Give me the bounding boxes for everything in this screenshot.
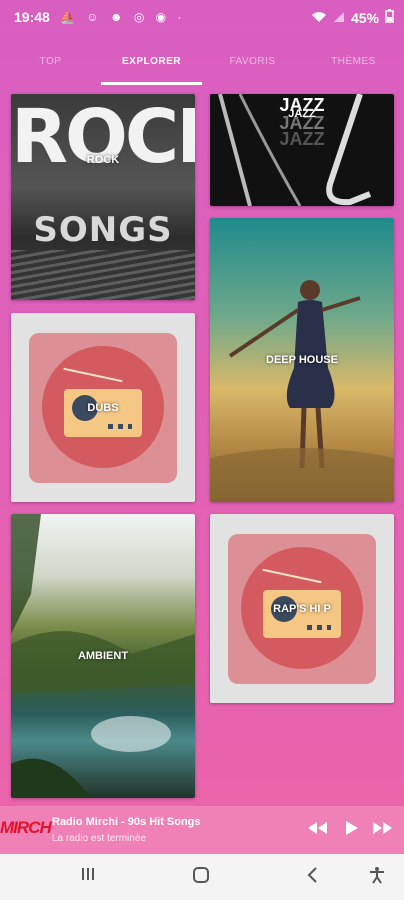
fast-forward-icon[interactable]: [372, 820, 394, 841]
genre-tile-rap[interactable]: RAP'S HI P: [210, 514, 394, 703]
wifi-icon: [311, 10, 327, 26]
recent-apps-icon[interactable]: [80, 866, 96, 887]
player-subtitle: La radio est terminée: [52, 833, 146, 844]
genre-tile-jazz[interactable]: JAZZ JAZZ JAZZ JAZZ: [210, 94, 394, 206]
battery-icon: [385, 9, 394, 26]
system-nav-bar: [0, 854, 404, 900]
station-logo: MIRCH: [0, 818, 52, 837]
home-icon[interactable]: [192, 866, 210, 889]
tab-themes[interactable]: THÈMES: [303, 36, 404, 86]
play-icon[interactable]: [343, 820, 359, 841]
genre-label-jazz: JAZZ: [288, 108, 316, 121]
tab-bar: TOP EXPLORER FAVORIS THÈMES: [0, 36, 404, 86]
jazz-art-echo-2: JAZZ: [279, 129, 325, 149]
genre-tile-rock[interactable]: ROCK SONGS ROCK: [11, 94, 195, 300]
genre-tile-deep-house[interactable]: DEEP HOUSE: [210, 218, 394, 502]
rock-art-subtitle: SONGS: [33, 210, 173, 250]
tab-explorer[interactable]: EXPLORER: [101, 36, 202, 86]
genre-tile-dubstep[interactable]: DUBS: [11, 313, 195, 502]
rock-art-water: [11, 250, 195, 300]
status-right: 45%: [311, 9, 394, 26]
genre-tile-ambient[interactable]: AMBIENT: [11, 514, 195, 798]
back-icon[interactable]: [306, 866, 320, 889]
rewind-icon[interactable]: [306, 820, 328, 841]
tab-favoris[interactable]: FAVORIS: [202, 36, 303, 86]
genre-label-ambient: AMBIENT: [77, 650, 129, 662]
genre-label-rock: ROCK: [86, 153, 120, 166]
status-bar: 19:48 ⛵ ☺ ☻ ◎ ◉ · 45%: [0, 0, 404, 36]
tab-top[interactable]: TOP: [0, 36, 101, 86]
notification-icons: ⛵ ☺ ☻ ◎ ◉ ·: [60, 10, 186, 24]
player-title: Radio Mirchi - 90s Hit Songs: [52, 816, 201, 828]
signal-icon: [333, 10, 345, 26]
status-time: 19:48: [14, 9, 50, 25]
genre-label-dubstep: DUBS: [87, 401, 119, 414]
mini-player[interactable]: MIRCH Radio Mirchi - 90s Hit Songs La ra…: [0, 806, 404, 854]
tab-indicator: [101, 82, 202, 85]
battery-text: 45%: [350, 9, 379, 26]
accessibility-icon[interactable]: [368, 866, 386, 889]
genre-label-deep-house: DEEP HOUSE: [266, 354, 338, 366]
genre-label-rap: RAP'S HI P: [273, 602, 331, 615]
